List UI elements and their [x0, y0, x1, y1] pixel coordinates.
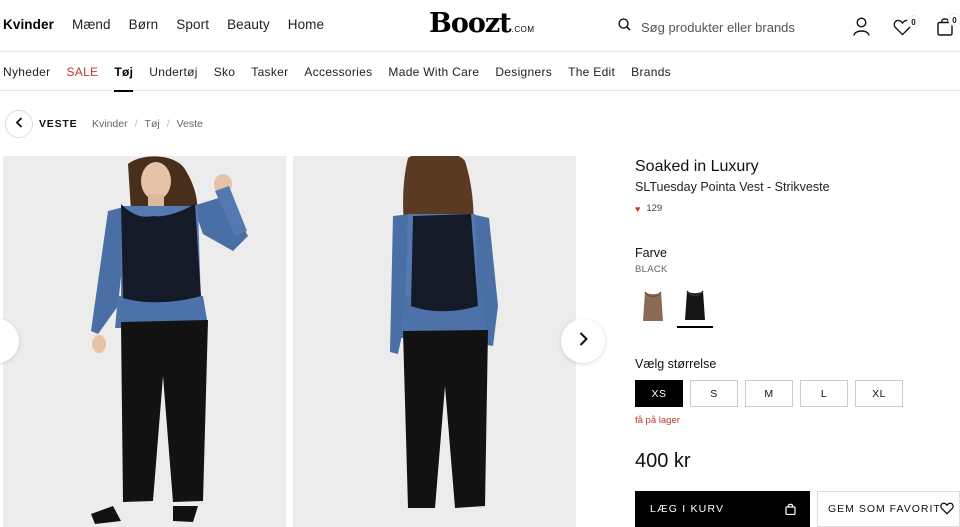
subnav-undertoj[interactable]: Undertøj — [149, 65, 197, 79]
subnav-sale[interactable]: SALE — [66, 65, 98, 79]
nav-kvinder[interactable]: Kvinder — [3, 17, 54, 32]
subnav-toj[interactable]: Tøj — [114, 65, 134, 92]
main-category-nav: Kvinder Mænd Børn Sport Beauty Home — [3, 17, 342, 32]
back-button[interactable] — [5, 110, 33, 138]
chevron-right-icon — [579, 331, 588, 351]
product-price: 400 kr — [635, 450, 691, 472]
color-value: BLACK — [635, 264, 668, 275]
search-input[interactable] — [641, 19, 831, 35]
back-label[interactable]: VESTE — [39, 118, 77, 130]
product-brand[interactable]: Soaked in Luxury — [635, 158, 759, 176]
user-icon[interactable] — [853, 17, 870, 41]
color-title: Farve — [635, 246, 667, 260]
save-favorite-label: GEM SOM FAVORIT — [828, 503, 941, 515]
nav-born[interactable]: Børn — [129, 17, 159, 32]
wishlist-heart-icon[interactable]: 0 — [893, 16, 919, 41]
cart-count-badge: 0 — [949, 14, 960, 25]
subnav-nyheder[interactable]: Nyheder — [3, 65, 50, 79]
subnav-designers[interactable]: Designers — [495, 65, 552, 79]
likes-value: 129 — [646, 203, 663, 214]
nav-maend[interactable]: Mænd — [72, 17, 111, 32]
breadcrumb-veste[interactable]: Veste — [177, 118, 203, 130]
size-title: Vælg størrelse — [635, 357, 717, 371]
heart-filled-icon: ♥ — [635, 203, 641, 214]
product-image-back[interactable] — [293, 156, 576, 527]
search-icon[interactable] — [618, 18, 631, 36]
likes-count: ♥ 129 — [635, 203, 662, 214]
product-image-front[interactable] — [3, 156, 286, 527]
breadcrumb-toj[interactable]: Tøj — [145, 118, 160, 130]
nav-home[interactable]: Home — [288, 17, 324, 32]
next-image-button[interactable] — [561, 319, 605, 363]
top-header: Kvinder Mænd Børn Sport Beauty Home Booz… — [0, 0, 960, 52]
boozt-logo[interactable]: Boozt.COM — [429, 8, 535, 39]
color-swatch-black[interactable] — [677, 286, 713, 328]
add-to-cart-button[interactable]: LÆG I KURV — [635, 491, 810, 527]
heart-outline-icon — [940, 502, 954, 518]
bag-icon — [785, 503, 796, 518]
wishlist-count-badge: 0 — [908, 16, 919, 27]
size-xs-button[interactable]: XS — [635, 380, 683, 407]
cart-bag-icon[interactable]: 0 — [937, 14, 960, 41]
subnav-sko[interactable]: Sko — [214, 65, 236, 79]
nav-beauty[interactable]: Beauty — [227, 17, 270, 32]
logo-text: Boozt — [429, 8, 512, 39]
breadcrumb-separator: / — [134, 118, 138, 130]
subnav-brands[interactable]: Brands — [631, 65, 671, 79]
size-l-button[interactable]: L — [800, 380, 848, 407]
subnav-the-edit[interactable]: The Edit — [568, 65, 615, 79]
subnav-made-with-care[interactable]: Made With Care — [388, 65, 479, 79]
subnav-accessories[interactable]: Accessories — [304, 65, 372, 79]
color-swatch-brown[interactable] — [635, 286, 671, 328]
search-bar[interactable] — [618, 18, 831, 36]
size-xl-button[interactable]: XL — [855, 380, 903, 407]
save-favorite-button[interactable]: GEM SOM FAVORIT — [817, 491, 960, 527]
size-m-button[interactable]: M — [745, 380, 793, 407]
breadcrumb-kvinder[interactable]: Kvinder — [92, 118, 128, 130]
size-selector: XS S M L XL — [635, 380, 910, 407]
product-name: SLTuesday Pointa Vest - Strikveste — [635, 180, 830, 194]
size-s-button[interactable]: S — [690, 380, 738, 407]
breadcrumb: Kvinder / Tøj / Veste — [92, 118, 203, 130]
subnav-tasker[interactable]: Tasker — [251, 65, 288, 79]
nav-sport[interactable]: Sport — [176, 17, 209, 32]
logo-suffix: .COM — [511, 25, 535, 34]
stock-status: få på lager — [635, 415, 680, 426]
sub-category-nav: Nyheder SALE Tøj Undertøj Sko Tasker Acc… — [0, 52, 960, 92]
chevron-left-icon — [15, 115, 23, 133]
add-to-cart-label: LÆG I KURV — [650, 503, 725, 515]
breadcrumb-separator: / — [166, 118, 170, 130]
